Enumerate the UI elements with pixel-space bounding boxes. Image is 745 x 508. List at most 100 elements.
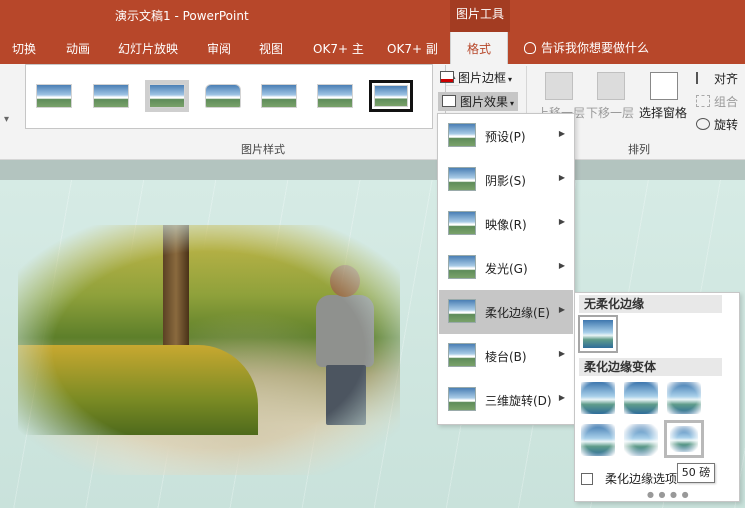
group-icon [696,95,710,107]
tab-transitions[interactable]: 切换 [12,40,36,57]
tab-animations[interactable]: 动画 [66,40,90,57]
tell-me-text: 告诉我你想要做什么 [541,41,650,55]
picture-style-thumb[interactable] [257,80,301,112]
style-preview-icon [36,84,72,108]
submenu-arrow-icon: ▶ [558,217,565,226]
chevron-down-icon: ▾ [510,99,515,108]
bevel-icon [448,343,476,367]
pen-icon [440,71,454,83]
soft-edge-variant[interactable] [664,379,704,417]
soft-edge-preview-icon [667,382,701,414]
soft-edge-variants-header: 柔化边缘变体 [579,358,722,376]
child-body [316,295,374,367]
tab-view[interactable]: 视图 [259,40,283,57]
soft-edge-preview-icon [581,424,615,456]
menu-item-shadow[interactable]: 阴影(S) ▶ [439,158,573,202]
tell-me-box[interactable]: 告诉我你想要做什么 [524,39,649,56]
document-title: 演示文稿1 - PowerPoint [115,9,249,23]
soft-edge-preview-icon [624,424,658,456]
soft-edge-preview-icon [581,382,615,414]
menu-item-soft-edges[interactable]: 柔化边缘(E) ▶ [439,290,573,334]
tooltip: 50 磅 [677,463,715,483]
style-preview-icon [317,84,353,108]
collapsed-group-chevron-icon[interactable]: ▾ [4,114,9,125]
picture-style-thumb-selected[interactable] [369,80,413,112]
soft-edge-preview-icon [624,382,658,414]
submenu-arrow-icon: ▶ [558,173,565,182]
style-preview-icon [93,84,129,108]
submenu-arrow-icon: ▶ [558,305,565,314]
picture-border-button[interactable]: 图片边框 ▾ [440,69,512,86]
preset-icon [448,123,476,147]
tab-review[interactable]: 审阅 [207,40,231,57]
soft-edge-variant[interactable] [621,421,661,459]
menu-item-bevel[interactable]: 棱台(B) ▶ [439,334,573,378]
submenu-arrow-icon: ▶ [558,393,565,402]
chevron-down-icon: ▾ [508,75,513,84]
style-preview-icon [205,84,241,108]
send-backward-icon [597,72,625,100]
picture-effects-menu: 预设(P) ▶ 阴影(S) ▶ 映像(R) ▶ 发光(G) ▶ 柔化边缘(E) … [437,113,575,425]
tab-format[interactable]: 格式 [450,32,509,64]
picture-style-thumb[interactable] [32,80,76,112]
picture-style-thumb[interactable] [201,80,245,112]
tree-trunk [163,225,189,365]
picture-style-thumb[interactable] [313,80,357,112]
3d-rotation-icon [448,387,476,411]
picture-style-thumb[interactable] [145,80,189,112]
title-bar: 演示文稿1 - PowerPoint 图片工具 [0,0,745,32]
picture-style-thumb[interactable] [89,80,133,112]
align-button[interactable]: 对齐 [696,70,738,87]
effects-icon [442,95,456,107]
style-preview-icon [149,84,185,108]
style-preview-icon [261,84,297,108]
submenu-arrow-icon: ▶ [558,261,565,270]
ribbon: ▾ ▲ ▼ ▾ 图片边框▾ 图片效果▾ 图片样式 上移一层 下移一层 选择窗格 … [0,64,745,160]
menu-item-preset[interactable]: 预设(P) ▶ [439,114,573,158]
rotate-button[interactable]: 旋转 [696,116,738,133]
checkbox-icon [581,473,593,485]
tab-ok7-sub[interactable]: OK7+ 副 [387,40,438,57]
reflection-icon [448,211,476,235]
picture-styles-gallery: ▲ ▼ ▾ [25,64,459,130]
submenu-arrow-icon: ▶ [558,349,565,358]
soft-edge-variant-selected[interactable] [664,420,704,458]
no-soft-edges-header: 无柔化边缘 [579,295,722,313]
menu-item-reflection[interactable]: 映像(R) ▶ [439,202,573,246]
picture-styles-group-label: 图片样式 [241,143,285,156]
soft-edges-submenu: 无柔化边缘 柔化边缘变体 柔化边缘选项 ● ● ● ● [574,292,740,502]
selection-pane-icon [650,72,678,100]
picture-tools-context-label: 图片工具 [450,0,510,32]
soft-edge-none-option[interactable] [578,315,618,353]
tab-slideshow[interactable]: 幻灯片放映 [118,40,178,57]
bring-forward-icon [545,72,573,100]
soft-edge-variant[interactable] [621,379,661,417]
soft-edge-options-item[interactable]: 柔化边缘选项 [581,470,677,487]
arrange-group-label: 排列 [628,143,650,156]
style-preview-icon [374,85,408,107]
ribbon-tab-row: 切换 动画 幻灯片放映 审阅 视图 OK7+ 主 OK7+ 副 格式 告诉我你想… [0,32,745,64]
tab-ok7-main[interactable]: OK7+ 主 [313,40,364,57]
resize-grip-icon[interactable]: ● ● ● ● [647,490,690,499]
menu-item-3d-rotation[interactable]: 三维旋转(D) ▶ [439,378,573,422]
soft-edge-preview-icon [670,426,698,452]
submenu-arrow-icon: ▶ [558,129,565,138]
child-head [330,265,360,297]
send-backward-button[interactable]: 下移一层 [586,104,634,121]
glow-icon [448,255,476,279]
soft-edges-icon [448,299,476,323]
shadow-icon [448,167,476,191]
lightbulb-icon [524,42,536,54]
soft-edge-variant[interactable] [578,421,618,459]
grass [18,345,258,435]
align-icon [696,72,710,84]
group-button[interactable]: 组合 [696,93,738,110]
selected-picture[interactable] [18,225,400,475]
rotate-icon [696,118,710,130]
menu-item-glow[interactable]: 发光(G) ▶ [439,246,573,290]
soft-edge-variant[interactable] [578,379,618,417]
child-legs [326,365,366,425]
picture-effects-button[interactable]: 图片效果 ▾ [438,92,519,111]
soft-edge-preview-icon [583,320,613,348]
selection-pane-button[interactable]: 选择窗格 [639,104,687,121]
